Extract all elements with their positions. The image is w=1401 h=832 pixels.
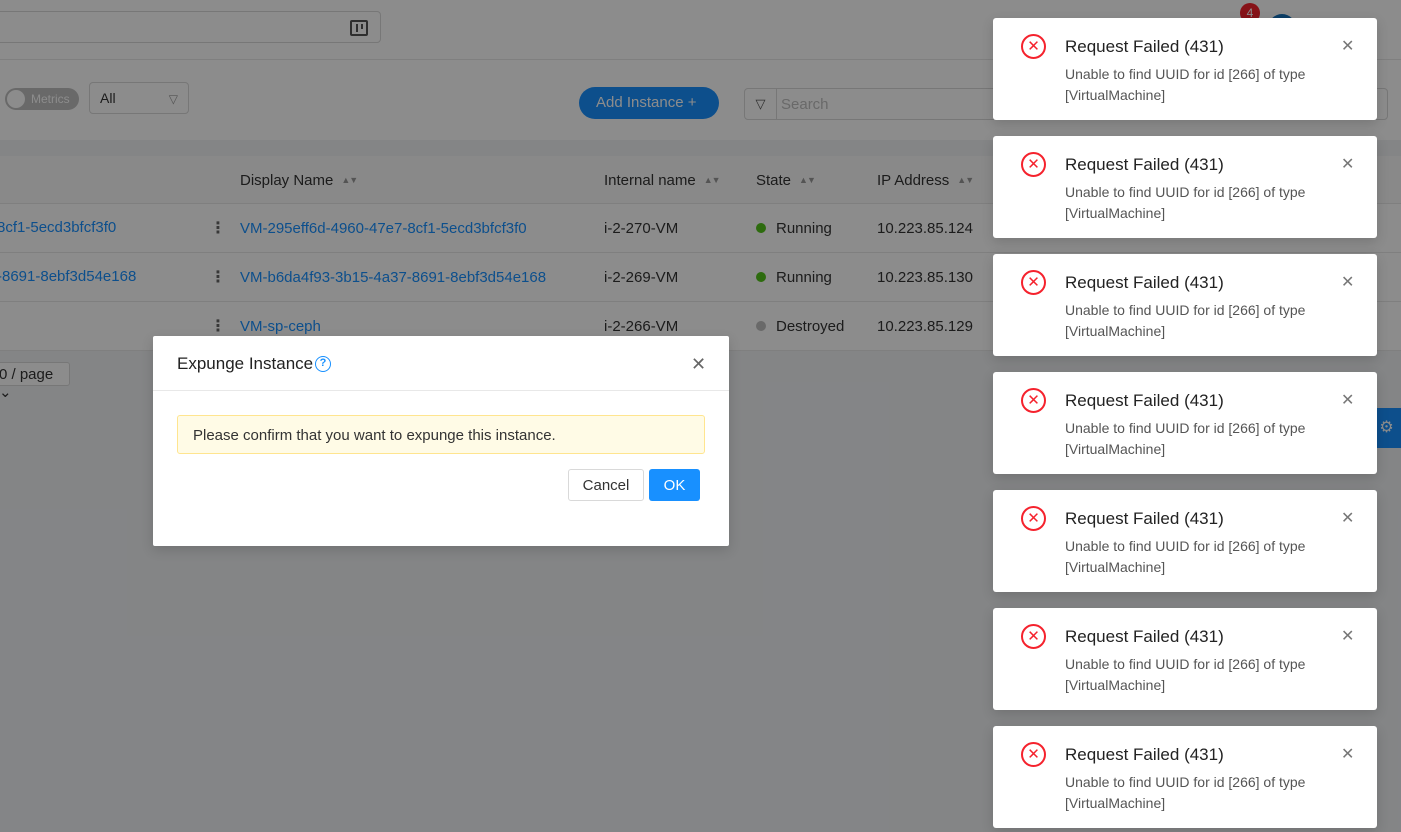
- close-icon[interactable]: ✕: [1341, 508, 1354, 528]
- notification-description: Unable to find UUID for id [266] of type…: [1065, 420, 1306, 457]
- close-icon[interactable]: ✕: [1341, 272, 1354, 292]
- notification-description: Unable to find UUID for id [266] of type…: [1065, 774, 1306, 811]
- cancel-button[interactable]: Cancel: [568, 469, 644, 501]
- close-circle-icon: ✕: [1021, 624, 1046, 649]
- notification-title: Request Failed (431): [1065, 509, 1224, 528]
- close-circle-icon: ✕: [1021, 34, 1046, 59]
- error-notification: ✕ Request Failed (431) Unable to find UU…: [993, 136, 1377, 238]
- error-notification: ✕ Request Failed (431) Unable to find UU…: [993, 372, 1377, 474]
- error-notification: ✕ Request Failed (431) Unable to find UU…: [993, 490, 1377, 592]
- error-notification: ✕ Request Failed (431) Unable to find UU…: [993, 726, 1377, 828]
- close-circle-icon: ✕: [1021, 270, 1046, 295]
- modal-title: Expunge Instance: [177, 354, 314, 373]
- error-notification: ✕ Request Failed (431) Unable to find UU…: [993, 18, 1377, 120]
- confirm-alert: Please confirm that you want to expunge …: [177, 415, 705, 454]
- close-icon[interactable]: ✕: [1341, 626, 1354, 646]
- close-icon[interactable]: ✕: [1341, 154, 1354, 174]
- notification-description: Unable to find UUID for id [266] of type…: [1065, 184, 1306, 221]
- close-icon[interactable]: ✕: [691, 354, 706, 375]
- notification-description: Unable to find UUID for id [266] of type…: [1065, 302, 1306, 339]
- close-circle-icon: ✕: [1021, 388, 1046, 413]
- error-notification: ✕ Request Failed (431) Unable to find UU…: [993, 608, 1377, 710]
- ok-button[interactable]: OK: [649, 469, 700, 501]
- close-icon[interactable]: ✕: [1341, 36, 1354, 56]
- notification-title: Request Failed (431): [1065, 627, 1224, 646]
- close-circle-icon: ✕: [1021, 742, 1046, 767]
- close-icon[interactable]: ✕: [1341, 390, 1354, 410]
- close-circle-icon: ✕: [1021, 506, 1046, 531]
- notification-title: Request Failed (431): [1065, 155, 1224, 174]
- notification-title: Request Failed (431): [1065, 273, 1224, 292]
- notification-title: Request Failed (431): [1065, 37, 1224, 56]
- notification-title: Request Failed (431): [1065, 391, 1224, 410]
- notification-description: Unable to find UUID for id [266] of type…: [1065, 66, 1306, 103]
- notification-description: Unable to find UUID for id [266] of type…: [1065, 656, 1306, 693]
- notification-title: Request Failed (431): [1065, 745, 1224, 764]
- modal-header: Expunge Instance ? ✕: [153, 336, 729, 391]
- error-notification: ✕ Request Failed (431) Unable to find UU…: [993, 254, 1377, 356]
- close-icon[interactable]: ✕: [1341, 744, 1354, 764]
- expunge-modal: Expunge Instance ? ✕ Please confirm that…: [153, 336, 729, 546]
- question-icon[interactable]: ?: [315, 356, 331, 372]
- notification-description: Unable to find UUID for id [266] of type…: [1065, 538, 1306, 575]
- close-circle-icon: ✕: [1021, 152, 1046, 177]
